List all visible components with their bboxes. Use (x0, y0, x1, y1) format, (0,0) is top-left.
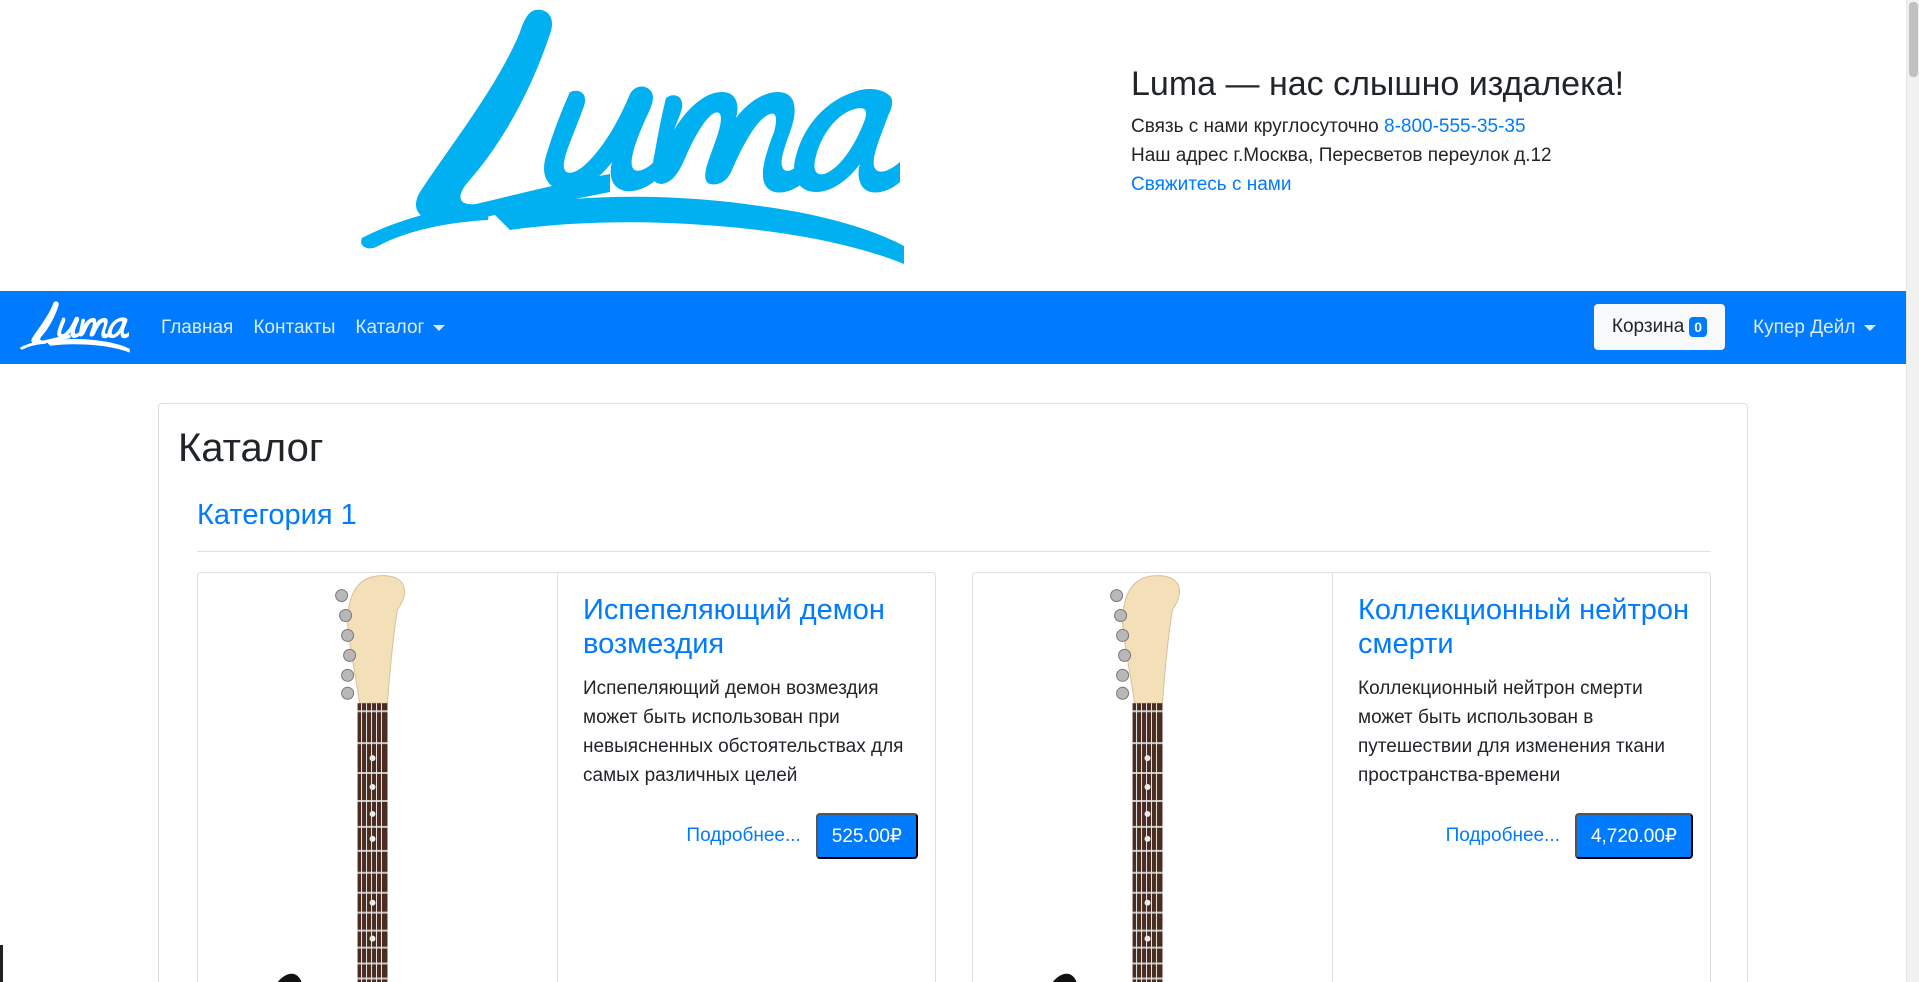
vertical-scrollbar[interactable] (1906, 0, 1919, 982)
product-body: Коллекционный нейтрон смерти Коллекционн… (1358, 593, 1693, 859)
nav-links: Главная Контакты Каталог (161, 291, 446, 364)
more-details-link[interactable]: Подробнее... (686, 825, 800, 847)
address-line: Наш адрес г.Москва, Пересветов переулок … (1131, 145, 1552, 166)
user-name: Купер Дейл (1753, 316, 1856, 338)
product-title-link[interactable]: Коллекционный нейтрон смерти (1358, 594, 1689, 660)
contact-line: Связь с нами круглосуточно 8-800-555-35-… (1131, 112, 1624, 141)
scrollbar-thumb[interactable] (1909, 2, 1918, 77)
product-actions: Подробнее... 525.00₽ (583, 813, 918, 859)
category-link[interactable]: Категория 1 (197, 496, 357, 534)
phone-link[interactable]: 8-800-555-35-35 (1384, 116, 1526, 137)
guitar-image[interactable] (198, 573, 558, 982)
cart-label: Корзина (1611, 316, 1685, 337)
nav-logo[interactable] (20, 299, 130, 355)
chevron-down-icon (433, 324, 446, 331)
nav-home[interactable]: Главная (161, 317, 233, 339)
contact-prefix: Связь с нами круглосуточно (1131, 116, 1379, 137)
cart-button[interactable]: Корзина 0 (1594, 304, 1725, 350)
nav-catalog-label: Каталог (355, 316, 425, 338)
site-tagline: Luma — нас слышно издалека! (1131, 65, 1625, 103)
main-navbar: Главная Контакты Каталог Корзина 0 Купер… (0, 291, 1906, 364)
product-body: Испепеляющий демон возмездия Испепеляющи… (583, 593, 918, 859)
product-actions: Подробнее... 4,720.00₽ (1358, 813, 1693, 859)
page-title: Каталог (178, 426, 324, 470)
product-title-link[interactable]: Испепеляющий демон возмездия (583, 594, 885, 660)
product-description: Испепеляющий демон возмездия может быть … (583, 678, 904, 786)
price-button[interactable]: 4,720.00₽ (1574, 813, 1693, 859)
catalog-card: Каталог Категория 1 Испепеляющий демон в… (158, 403, 1748, 982)
nav-catalog-dropdown[interactable]: Каталог (355, 316, 446, 339)
site-header: Luma — нас слышно издалека! Связь с нами… (0, 0, 1906, 291)
product-card: Испепеляющий демон возмездия Испепеляющи… (197, 572, 936, 982)
more-details-link[interactable]: Подробнее... (1446, 825, 1560, 847)
window-edge (0, 945, 3, 982)
contact-us-link[interactable]: Свяжитесь с нами (1131, 174, 1291, 195)
luma-logo[interactable] (360, 6, 905, 268)
nav-contacts[interactable]: Контакты (253, 317, 335, 339)
price-button[interactable]: 525.00₽ (815, 813, 918, 859)
product-description: Коллекционный нейтрон смерти может быть … (1358, 678, 1665, 786)
product-card: Коллекционный нейтрон смерти Коллекционн… (972, 572, 1711, 982)
category-divider (197, 551, 1711, 552)
cart-count-badge: 0 (1689, 317, 1708, 337)
chevron-down-icon (1864, 324, 1877, 331)
user-menu-dropdown[interactable]: Купер Дейл (1753, 291, 1877, 364)
header-info: Luma — нас слышно издалека! Связь с нами… (1131, 62, 1624, 199)
guitar-image[interactable] (973, 573, 1333, 982)
